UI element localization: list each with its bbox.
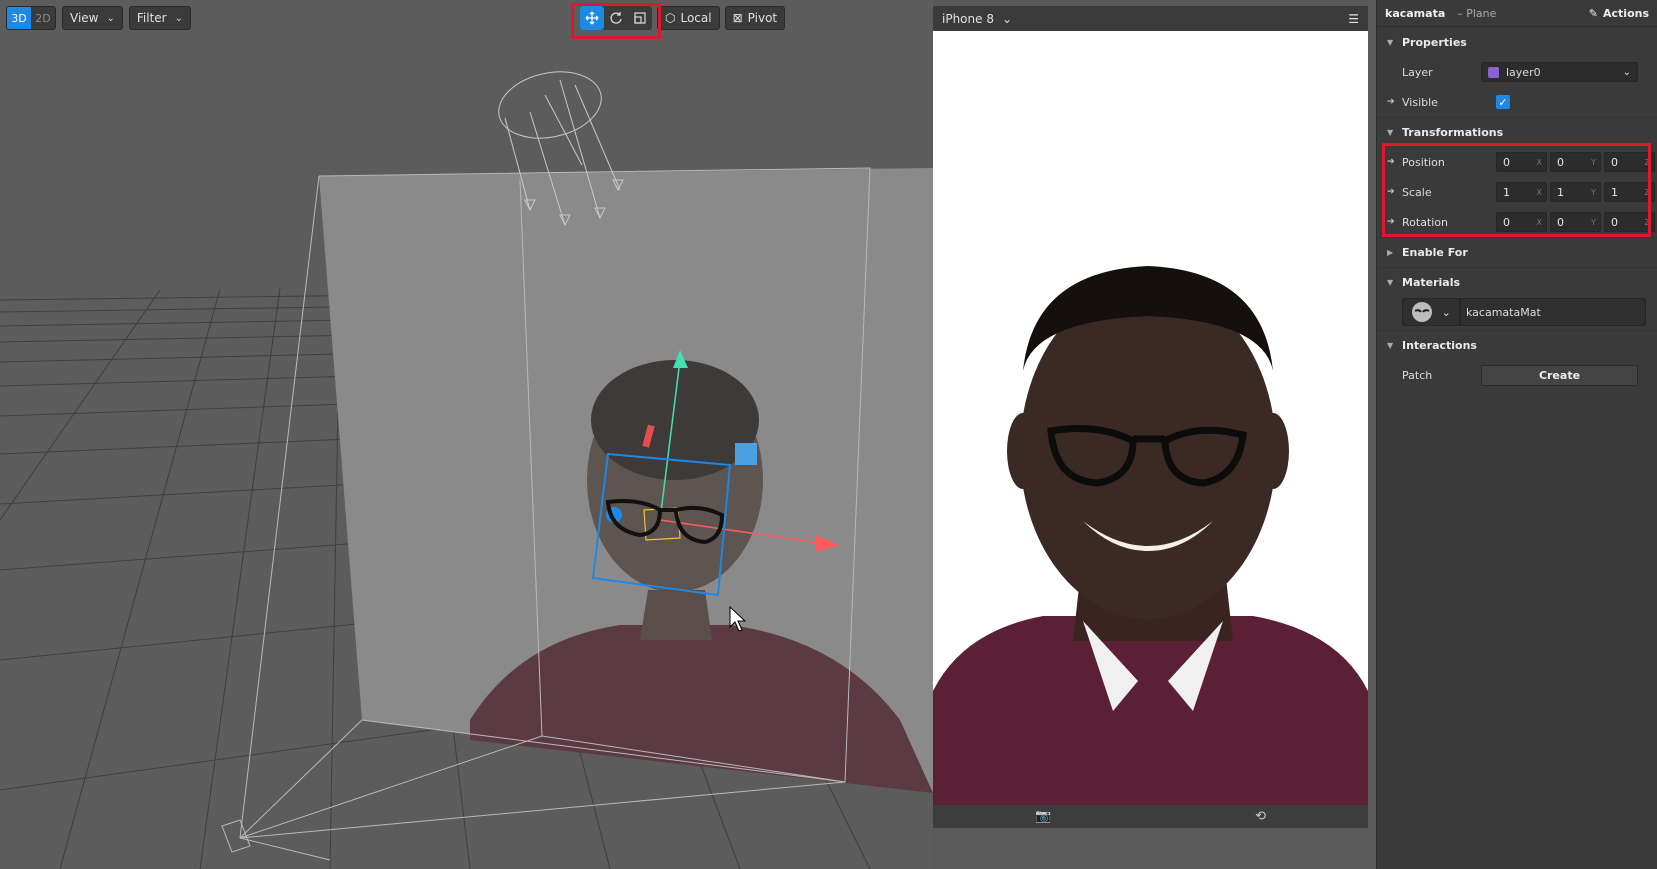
hamburger-menu-icon[interactable]: ☰: [1348, 12, 1359, 26]
device-name: iPhone 8: [942, 11, 994, 26]
create-patch-button[interactable]: Create: [1481, 364, 1638, 386]
material-name: kacamataMat: [1460, 298, 1646, 326]
view-label: View: [70, 11, 99, 25]
rotate-device-icon[interactable]: ⟲: [1255, 809, 1266, 824]
pivot-icon: ⊠: [732, 11, 743, 25]
collapse-triangle-icon: ▼: [1387, 341, 1394, 350]
section-title: Transformations: [1402, 126, 1504, 139]
object-name: kacamata: [1385, 6, 1446, 20]
layer-color-swatch: [1488, 66, 1499, 78]
section-title: Enable For: [1402, 246, 1468, 259]
patch-row: Patch Create: [1377, 360, 1657, 390]
scene-canvas[interactable]: [0, 0, 933, 869]
cube-icon: ⬡: [665, 11, 676, 25]
layer-value: layer0: [1506, 65, 1541, 79]
material-thumbnail[interactable]: ⌄: [1402, 298, 1460, 326]
section-title: Materials: [1402, 276, 1461, 289]
chevron-down-icon: ⌄: [1001, 11, 1013, 26]
simulator-preview: iPhone 8 ⌄ ☰ 📷 ⟲: [933, 6, 1368, 828]
filter-label: Filter: [136, 11, 167, 25]
section-title: Properties: [1402, 35, 1467, 49]
pivot-button[interactable]: ⊠ Pivot: [724, 6, 786, 30]
layer-label: Layer: [1402, 65, 1433, 79]
scene-viewport[interactable]: 3D 2D View ⌄ Filter ⌄ ⬡ Local ⊠ Pivot: [0, 0, 933, 869]
highlight-transformations: [1382, 143, 1651, 237]
actions-label: Actions: [1603, 6, 1649, 20]
material-slot[interactable]: ⌄ kacamataMat: [1402, 297, 1657, 327]
layer-row: Layer layer0 ⌄: [1377, 57, 1657, 87]
object-type: – Plane: [1457, 6, 1497, 20]
screenshot-icon[interactable]: 📷: [1035, 809, 1051, 824]
expand-triangle-icon: ▶: [1387, 248, 1394, 257]
section-properties[interactable]: ▼ Properties: [1377, 27, 1657, 57]
mode-2d-button[interactable]: 2D: [31, 7, 55, 29]
view-menu-button[interactable]: View ⌄: [62, 6, 123, 30]
chevron-down-icon: ⌄: [106, 12, 115, 24]
local-label: Local: [680, 11, 712, 25]
mode-3d-button[interactable]: 3D: [7, 7, 31, 29]
patch-arrow-icon[interactable]: ➔: [1387, 97, 1402, 107]
filter-menu-button[interactable]: Filter ⌄: [128, 6, 191, 30]
patch-label: Patch: [1402, 368, 1433, 382]
camera-feed: [933, 266, 1368, 805]
layer-dropdown[interactable]: layer0 ⌄: [1481, 62, 1638, 82]
chevron-down-icon: ⌄: [1441, 305, 1451, 319]
material-sphere-icon: [1412, 302, 1433, 322]
section-title: Interactions: [1402, 339, 1477, 352]
inspector-header: kacamata – Plane ✎ Actions: [1377, 0, 1657, 27]
pivot-label: Pivot: [747, 11, 778, 25]
actions-button[interactable]: ✎ Actions: [1589, 7, 1649, 20]
viewport-toolbar-left: 3D 2D View ⌄ Filter ⌄: [6, 6, 191, 30]
collapse-triangle-icon: ▼: [1387, 278, 1394, 287]
ar-studio-window: 3D 2D View ⌄ Filter ⌄ ⬡ Local ⊠ Pivot iP…: [0, 0, 1657, 869]
dimension-toggle[interactable]: 3D 2D: [6, 6, 56, 30]
collapse-triangle-icon: ▼: [1387, 37, 1394, 47]
collapse-triangle-icon: ▼: [1387, 128, 1394, 137]
chevron-down-icon: ⌄: [174, 12, 183, 24]
device-selector[interactable]: iPhone 8 ⌄: [942, 12, 1012, 26]
magic-wand-icon: ✎: [1588, 6, 1598, 20]
highlight-transform-tools: [571, 3, 661, 39]
preview-header: iPhone 8 ⌄ ☰: [933, 6, 1368, 31]
chevron-down-icon: ⌄: [1622, 66, 1631, 78]
section-interactions[interactable]: ▼ Interactions: [1377, 330, 1657, 360]
preview-screen: [933, 31, 1368, 805]
visible-row: ➔ Visible ✓: [1377, 87, 1657, 117]
section-enable-for[interactable]: ▶ Enable For: [1377, 237, 1657, 267]
inspector-panel: kacamata – Plane ✎ Actions ▼ Properties …: [1376, 0, 1657, 869]
local-space-button[interactable]: ⬡ Local: [657, 6, 720, 30]
preview-footer: 📷 ⟲: [933, 805, 1368, 828]
visible-checkbox[interactable]: ✓: [1496, 95, 1510, 109]
visible-label: Visible: [1402, 95, 1438, 109]
section-materials[interactable]: ▼ Materials: [1377, 267, 1657, 297]
